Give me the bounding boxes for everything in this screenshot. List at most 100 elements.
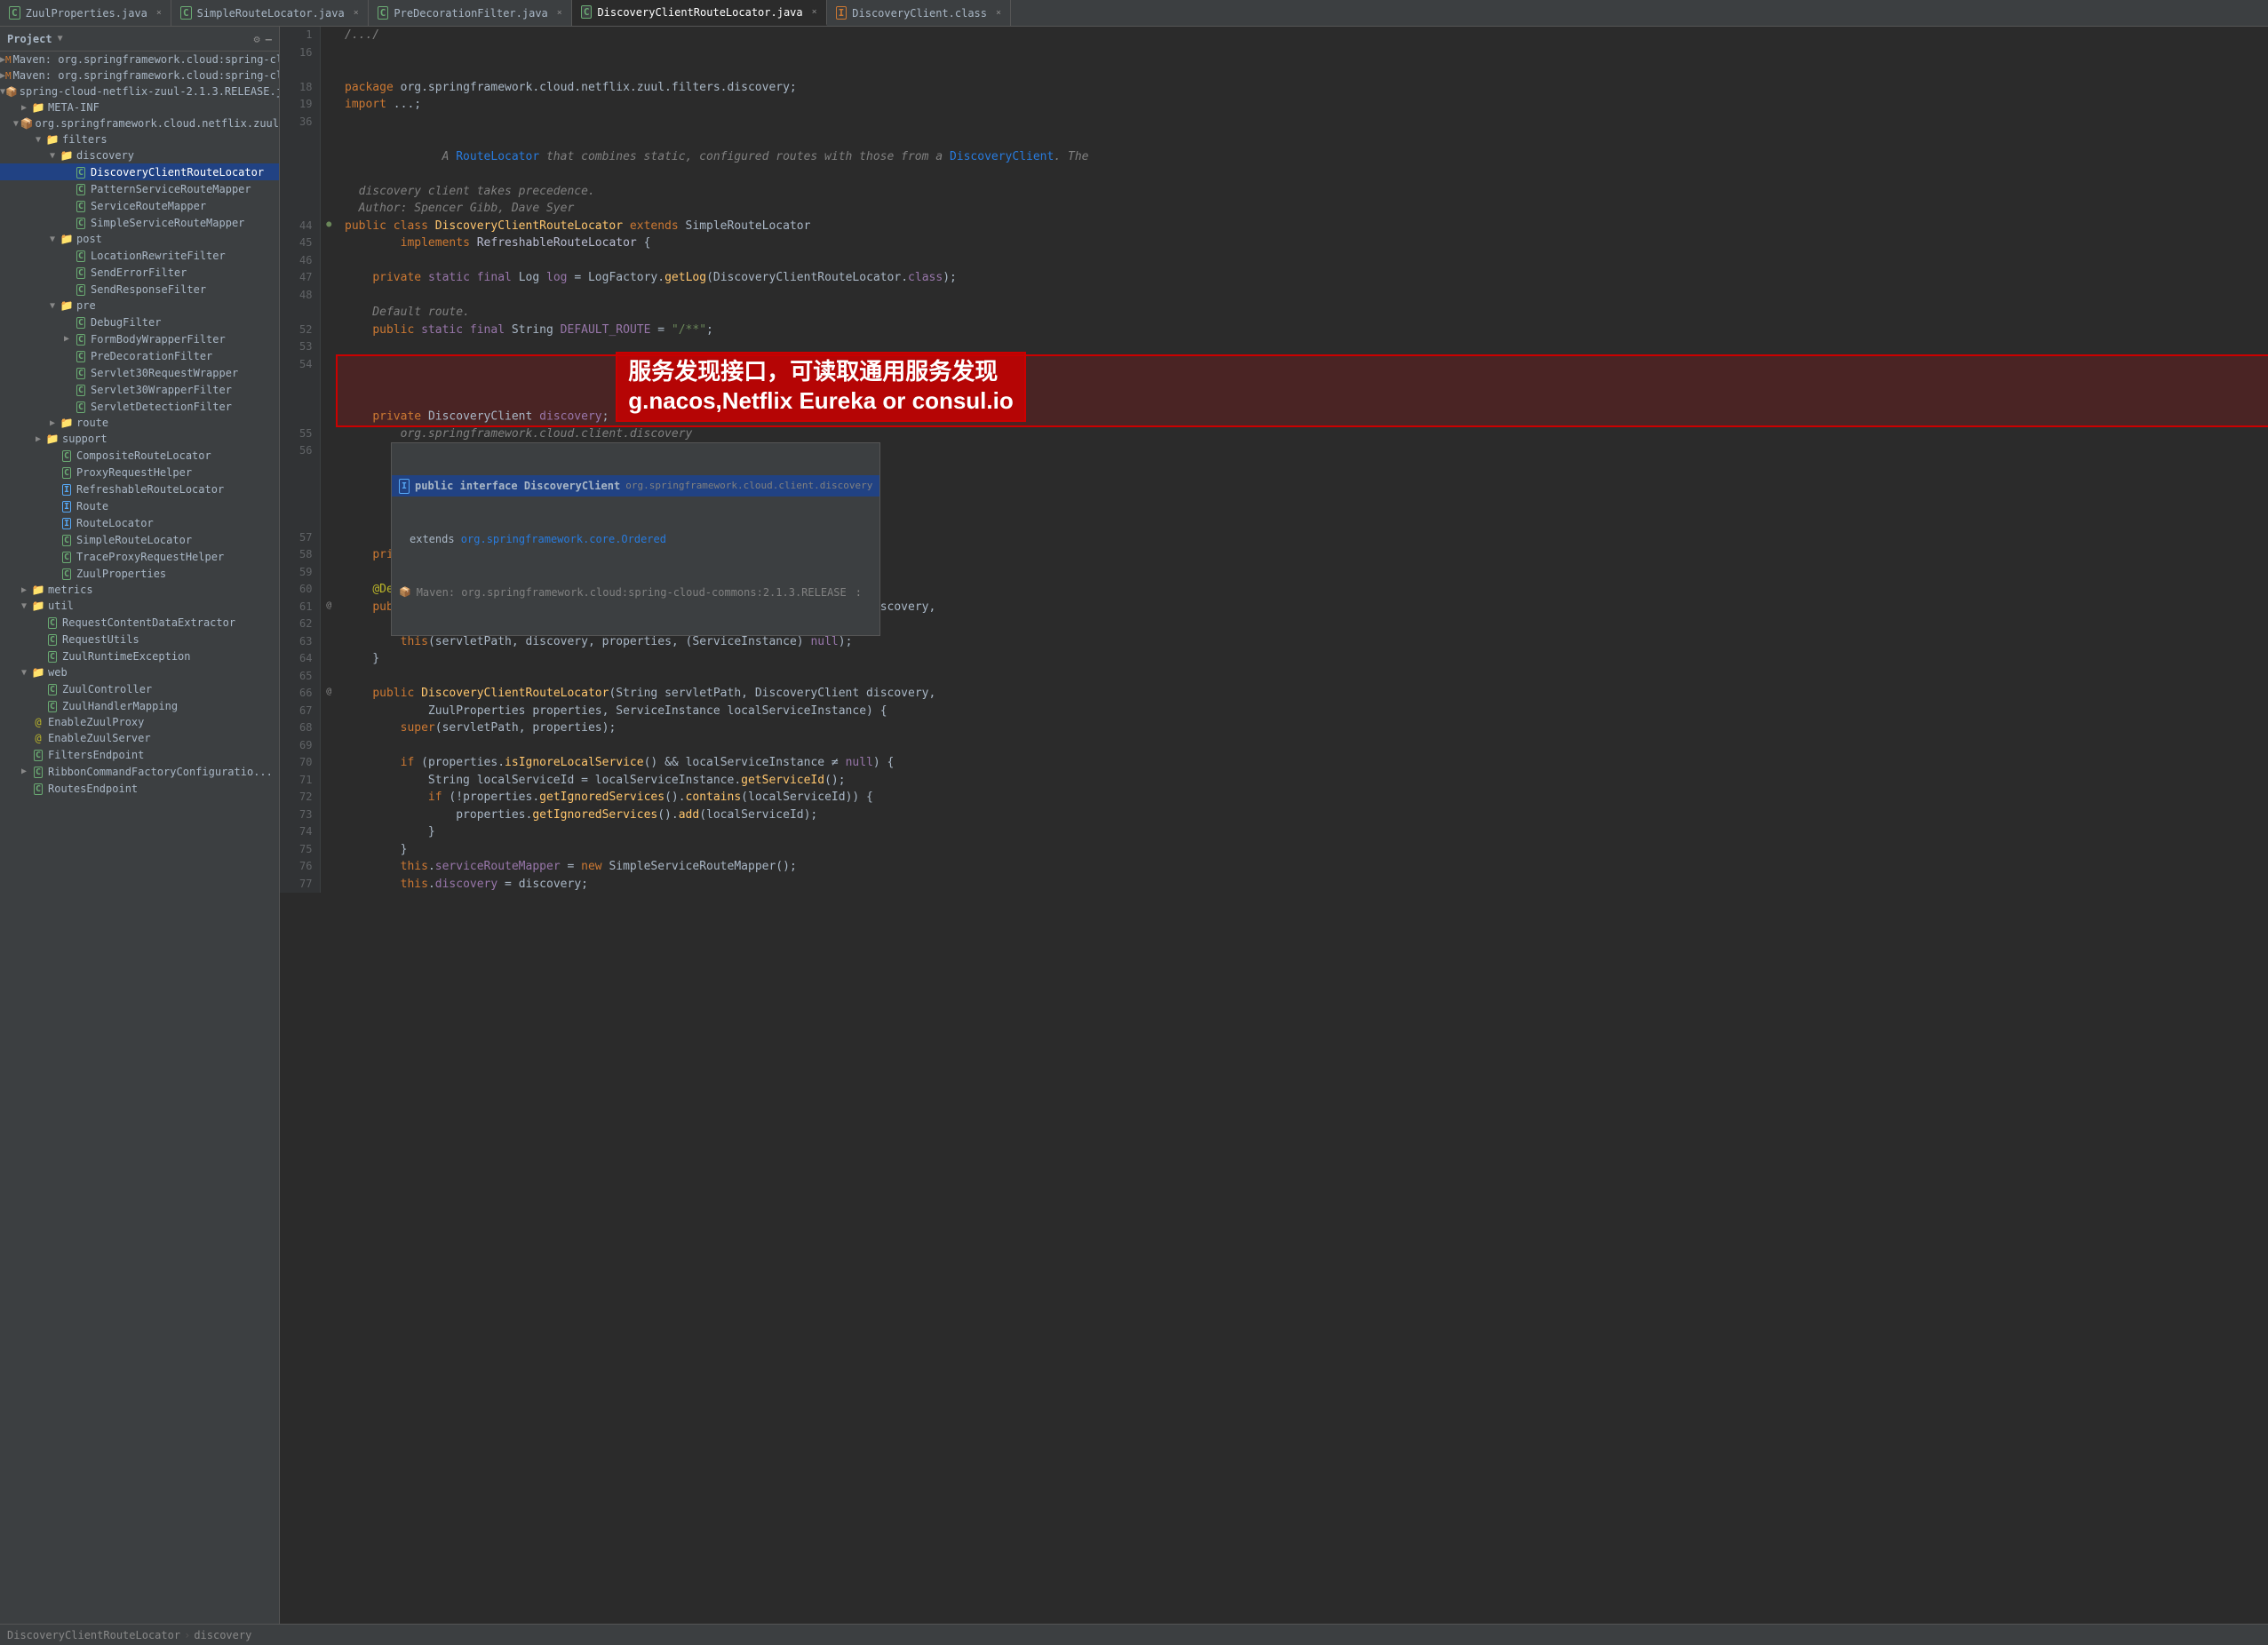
jar-icon: 📦 — [399, 585, 411, 600]
tree-label: RequestUtils — [62, 633, 139, 646]
tree-item-send-response[interactable]: C SendResponseFilter — [0, 281, 279, 298]
tree-item-enable-zuul-proxy[interactable]: @ EnableZuulProxy — [0, 714, 279, 730]
tab-discovery-class[interactable]: I DiscoveryClient.class × — [827, 0, 1011, 26]
tree-item-zuul-controller[interactable]: C ZuulController — [0, 680, 279, 697]
editor-area[interactable]: 1 /.../ 16 18 — [280, 27, 2268, 1624]
tree-item-servlet30[interactable]: C Servlet30RequestWrapper — [0, 364, 279, 381]
tree-item-simple-route-locator[interactable]: C SimpleRouteLocator — [0, 531, 279, 548]
tree-item-enable-zuul-server[interactable]: @ EnableZuulServer — [0, 730, 279, 746]
line-number: 62 — [280, 616, 320, 633]
line-content: String localServiceId = localServiceInst… — [338, 772, 2268, 790]
tree-item-meta-inf[interactable]: ▶ 📁 META-INF — [0, 99, 279, 115]
tab-close[interactable]: × — [996, 8, 1001, 18]
project-dropdown[interactable]: ▼ — [58, 34, 63, 44]
tab-simple-route[interactable]: C SimpleRouteLocator.java × — [171, 0, 369, 26]
tree-item-util[interactable]: ▼ 📁 util — [0, 598, 279, 614]
line-number: 73 — [280, 807, 320, 824]
code-line: 66 @ public DiscoveryClientRouteLocator(… — [280, 685, 2268, 703]
autocomplete-popup[interactable]: I public interface DiscoveryClient org.s… — [391, 442, 880, 636]
line-number: 63 — [280, 633, 320, 651]
code-line-54: 54 private DiscoveryClient discovery; 服务… — [280, 356, 2268, 425]
tree-item-discovery[interactable]: ▼ 📁 discovery — [0, 147, 279, 163]
tree-label: Servlet30WrapperFilter — [91, 384, 232, 396]
tree-item-trace-proxy[interactable]: C TraceProxyRequestHelper — [0, 548, 279, 565]
autocomplete-item-2[interactable]: extends org.springframework.core.Ordered — [392, 528, 879, 550]
class-icon: C — [59, 533, 75, 546]
tree-item-servlet-detection[interactable]: C ServletDetectionFilter — [0, 398, 279, 415]
tree-item-filters-endpoint[interactable]: C FiltersEndpoint — [0, 746, 279, 763]
code-line: 74 } — [280, 823, 2268, 841]
tree-item-route-locator[interactable]: I RouteLocator — [0, 514, 279, 531]
code-line: 55 org.springframework.cloud.client.disc… — [280, 425, 2268, 443]
breadcrumb-part-1[interactable]: DiscoveryClientRouteLocator — [7, 1629, 180, 1641]
breadcrumb-part-2[interactable]: discovery — [194, 1629, 251, 1641]
chinese-annotation: 服务发现接口，可读取通用服务发现g.nacos,Netflix Eureka o… — [616, 352, 1025, 423]
line-content: /.../ — [338, 27, 2268, 44]
tree-item-support[interactable]: ▶ 📁 support — [0, 431, 279, 447]
line-content: this.serviceRouteMapper = new SimpleServ… — [338, 858, 2268, 876]
code-line: 65 — [280, 668, 2268, 686]
tree-item-maven2[interactable]: ▶ M Maven: org.springframework.cloud:spr… — [0, 68, 279, 83]
tree-item-service-route[interactable]: C ServiceRouteMapper — [0, 197, 279, 214]
tab-discovery-locator[interactable]: C DiscoveryClientRouteLocator.java × — [572, 0, 827, 26]
tree-item-metrics[interactable]: ▶ 📁 metrics — [0, 582, 279, 598]
arrow: ▼ — [18, 601, 30, 611]
tree-item-pre-decoration[interactable]: C PreDecorationFilter — [0, 347, 279, 364]
tree-item-servlet30-filter[interactable]: C Servlet30WrapperFilter — [0, 381, 279, 398]
tree-item-package[interactable]: ▼ 📦 org.springframework.cloud.netflix.zu… — [0, 115, 279, 131]
arrow: ▶ — [32, 434, 44, 444]
tree-item-zuul-props[interactable]: C ZuulProperties — [0, 565, 279, 582]
tree-item-pre[interactable]: ▼ 📁 pre — [0, 298, 279, 314]
tree-item-web[interactable]: ▼ 📁 web — [0, 664, 279, 680]
tree-item-route[interactable]: ▶ 📁 route — [0, 415, 279, 431]
tree-item-refreshable[interactable]: I RefreshableRouteLocator — [0, 481, 279, 497]
tab-close[interactable]: × — [156, 8, 162, 18]
autocomplete-item-1[interactable]: I public interface DiscoveryClient org.s… — [392, 475, 879, 497]
tree-item-zuul-handler[interactable]: C ZuulHandlerMapping — [0, 697, 279, 714]
tree-item-simple-service[interactable]: C SimpleServiceRouteMapper — [0, 214, 279, 231]
line-gutter: ● — [320, 218, 338, 235]
tree-item-request-content[interactable]: C RequestContentDataExtractor — [0, 614, 279, 631]
tree-item-maven1[interactable]: ▶ M Maven: org.springframework.cloud:spr… — [0, 52, 279, 68]
tree-item-post[interactable]: ▼ 📁 post — [0, 231, 279, 247]
line-number: 44 — [280, 218, 320, 235]
line-gutter — [320, 252, 338, 270]
tab-close[interactable]: × — [812, 7, 817, 17]
tree-container[interactable]: ▶ M Maven: org.springframework.cloud:spr… — [0, 52, 279, 1624]
tab-close[interactable]: × — [557, 8, 562, 18]
tree-item-proxy-request[interactable]: C ProxyRequestHelper — [0, 464, 279, 481]
tree-item-form-body[interactable]: ▶ C FormBodyWrapperFilter — [0, 330, 279, 347]
tab-label: PreDecorationFilter.java — [394, 7, 547, 20]
tab-predecoration[interactable]: C PreDecorationFilter.java × — [369, 0, 572, 26]
collapse-icon[interactable]: – — [266, 33, 272, 45]
tree-label: Servlet30RequestWrapper — [91, 367, 238, 379]
tree-item-debug-filter[interactable]: C DebugFilter — [0, 314, 279, 330]
tree-item-discovery-client-route-locator[interactable]: C DiscoveryClientRouteLocator — [0, 163, 279, 180]
line-gutter — [320, 719, 338, 737]
tree-label: TraceProxyRequestHelper — [76, 551, 224, 563]
tree-item-location-rewrite[interactable]: C LocationRewriteFilter — [0, 247, 279, 264]
tree-item-request-utils[interactable]: C RequestUtils — [0, 631, 279, 648]
tree-item-pattern-service[interactable]: C PatternServiceRouteMapper — [0, 180, 279, 197]
tree-item-route-class[interactable]: I Route — [0, 497, 279, 514]
autocomplete-item-3[interactable]: 📦 Maven: org.springframework.cloud:sprin… — [392, 582, 879, 603]
line-gutter — [320, 61, 338, 79]
class-icon: C — [44, 649, 60, 663]
tree-label: FormBodyWrapperFilter — [91, 333, 226, 346]
tab-close[interactable]: × — [354, 8, 359, 18]
tree-item-filters[interactable]: ▼ 📁 filters — [0, 131, 279, 147]
arrow: ▼ — [12, 119, 20, 129]
code-table: 1 /.../ 16 18 — [280, 27, 2268, 893]
line-content: properties.getIgnoredServices().add(loca… — [338, 807, 2268, 824]
tab-zuul-properties[interactable]: C ZuulProperties.java × — [0, 0, 171, 26]
class-icon: C — [59, 567, 75, 580]
tree-item-ribbon-command[interactable]: ▶ C RibbonCommandFactoryConfiguratio... — [0, 763, 279, 780]
tree-item-zuul-runtime[interactable]: C ZuulRuntimeException — [0, 648, 279, 664]
class-icon: C — [59, 465, 75, 479]
settings-icon[interactable]: ⚙ — [254, 33, 260, 45]
tree-item-routes-endpoint[interactable]: C RoutesEndpoint — [0, 780, 279, 797]
tree-item-send-error[interactable]: C SendErrorFilter — [0, 264, 279, 281]
tree-item-composite[interactable]: C CompositeRouteLocator — [0, 447, 279, 464]
tree-item-jar[interactable]: ▼ 📦 spring-cloud-netflix-zuul-2.1.3.RELE… — [0, 83, 279, 99]
class-icon: C — [73, 249, 89, 262]
